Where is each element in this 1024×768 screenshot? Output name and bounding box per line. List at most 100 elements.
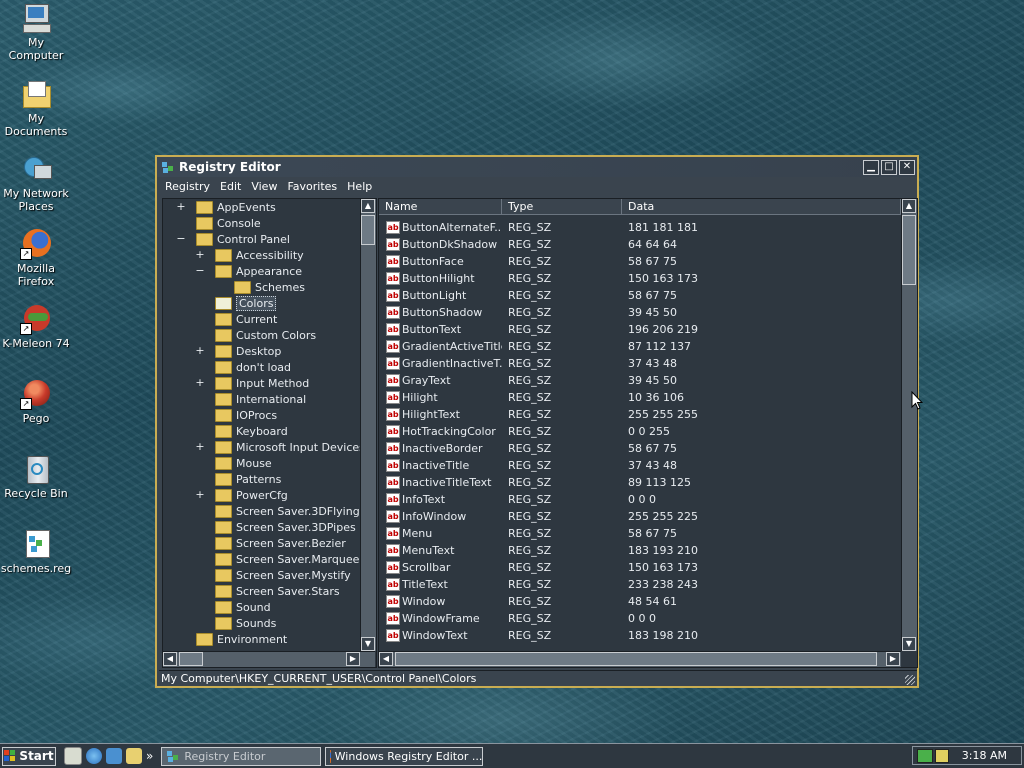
tree-node[interactable]: Schemes bbox=[234, 280, 305, 296]
desktop-icon-my-documents[interactable]: My Documents bbox=[0, 78, 72, 138]
collapse-icon[interactable]: − bbox=[176, 232, 186, 245]
value-row[interactable]: ab ButtonShadow REG_SZ 39 45 50 bbox=[379, 304, 899, 321]
value-row[interactable]: ab InfoWindow REG_SZ 255 255 225 bbox=[379, 508, 899, 525]
menu-edit[interactable]: Edit bbox=[215, 180, 246, 193]
desktop-icon-recycle-bin[interactable]: Recycle Bin bbox=[0, 453, 72, 500]
column-header-name[interactable]: Name bbox=[379, 199, 502, 215]
value-row[interactable]: ab InfoText REG_SZ 0 0 0 bbox=[379, 491, 899, 508]
values-list-pane[interactable]: Name Type Data ab ButtonAlternateF... REG_… bbox=[378, 198, 918, 668]
value-row[interactable]: ab ButtonLight REG_SZ 58 67 75 bbox=[379, 287, 899, 304]
outlook-express-icon[interactable] bbox=[106, 748, 122, 764]
tree-node[interactable]: AppEvents bbox=[196, 200, 276, 216]
list-vertical-scrollbar[interactable]: ▲ ▼ bbox=[901, 199, 917, 651]
expand-icon[interactable]: + bbox=[195, 248, 205, 261]
tray-volume-icon[interactable] bbox=[935, 748, 949, 763]
desktop-icon-network-places[interactable]: My Network Places bbox=[0, 153, 72, 213]
value-row[interactable]: ab GradientActiveTitle REG_SZ 87 112 137 bbox=[379, 338, 899, 355]
scroll-thumb[interactable] bbox=[395, 652, 877, 666]
menu-help[interactable]: Help bbox=[342, 180, 377, 193]
menu-registry[interactable]: Registry bbox=[160, 180, 215, 193]
value-row[interactable]: ab Hilight REG_SZ 10 36 106 bbox=[379, 389, 899, 406]
tree-node[interactable]: Patterns bbox=[215, 472, 281, 488]
tree-node[interactable]: International bbox=[215, 392, 306, 408]
tree-horizontal-scrollbar[interactable]: ◀ ▶ bbox=[163, 651, 375, 667]
registry-editor-window[interactable]: Registry Editor ▁ □ ✕ Registry Edit View… bbox=[155, 155, 919, 688]
tray-network-icon[interactable] bbox=[917, 748, 933, 763]
value-row[interactable]: ab WindowText REG_SZ 183 198 210 bbox=[379, 627, 899, 644]
value-row[interactable]: ab ButtonText REG_SZ 196 206 219 bbox=[379, 321, 899, 338]
tree-node[interactable]: Colors bbox=[215, 296, 277, 312]
tree-node[interactable]: don't load bbox=[215, 360, 291, 376]
tree-vertical-scrollbar[interactable]: ▲ ▼ bbox=[360, 199, 376, 651]
value-row[interactable]: ab ButtonHilight REG_SZ 150 163 173 bbox=[379, 270, 899, 287]
column-header-data[interactable]: Data bbox=[622, 199, 901, 215]
taskbar-button-windows-registry-editor[interactable]: Windows Registry Editor ... bbox=[325, 746, 484, 766]
start-button[interactable]: Start bbox=[2, 746, 56, 766]
value-row[interactable]: ab WindowFrame REG_SZ 0 0 0 bbox=[379, 610, 899, 627]
value-row[interactable]: ab HilightText REG_SZ 255 255 255 bbox=[379, 406, 899, 423]
value-row[interactable]: ab Scrollbar REG_SZ 150 163 173 bbox=[379, 559, 899, 576]
tree-node[interactable]: Input Method bbox=[215, 376, 309, 392]
list-horizontal-scrollbar[interactable]: ◀ ▶ bbox=[379, 651, 901, 667]
value-row[interactable]: ab ButtonDkShadow REG_SZ 64 64 64 bbox=[379, 236, 899, 253]
value-row[interactable]: ab InactiveTitleText REG_SZ 89 113 125 bbox=[379, 474, 899, 491]
tree-node[interactable]: Appearance bbox=[215, 264, 302, 280]
value-row[interactable]: ab InactiveTitle REG_SZ 37 43 48 bbox=[379, 457, 899, 474]
desktop-icon-schemes-reg[interactable]: schemes.reg bbox=[0, 528, 72, 575]
tree-node[interactable]: Keyboard bbox=[215, 424, 288, 440]
tree-node[interactable]: Environment bbox=[196, 632, 287, 648]
column-header-type[interactable]: Type bbox=[502, 199, 622, 215]
expand-icon[interactable]: + bbox=[195, 344, 205, 357]
value-row[interactable]: ab MenuText REG_SZ 183 193 210 bbox=[379, 542, 899, 559]
search-icon[interactable] bbox=[126, 748, 142, 764]
tree-node[interactable]: Custom Colors bbox=[215, 328, 316, 344]
value-row[interactable]: ab GrayText REG_SZ 39 45 50 bbox=[379, 372, 899, 389]
scroll-down-button[interactable]: ▼ bbox=[902, 637, 916, 651]
tree-node[interactable]: Control Panel bbox=[196, 232, 290, 248]
tree-node[interactable]: Screen Saver.Stars bbox=[215, 584, 340, 600]
title-bar[interactable]: Registry Editor ▁ □ ✕ bbox=[157, 157, 917, 177]
scroll-thumb[interactable] bbox=[361, 215, 375, 245]
value-row[interactable]: ab TitleText REG_SZ 233 238 243 bbox=[379, 576, 899, 593]
tree-node[interactable]: Screen Saver.Bezier bbox=[215, 536, 346, 552]
scroll-left-button[interactable]: ◀ bbox=[163, 652, 177, 666]
scroll-left-button[interactable]: ◀ bbox=[379, 652, 393, 666]
expand-icon[interactable]: + bbox=[195, 376, 205, 389]
tree-node[interactable]: Current bbox=[215, 312, 277, 328]
menu-favorites[interactable]: Favorites bbox=[282, 180, 342, 193]
tree-node[interactable]: Screen Saver.Mystify bbox=[215, 568, 351, 584]
scroll-up-button[interactable]: ▲ bbox=[361, 199, 375, 213]
scroll-up-button[interactable]: ▲ bbox=[902, 199, 916, 213]
value-row[interactable]: ab GradientInactiveT... REG_SZ 37 43 48 bbox=[379, 355, 899, 372]
desktop-icon-firefox[interactable]: ↗ Mozilla Firefox bbox=[0, 228, 72, 288]
tree-node[interactable]: Screen Saver.Marquee bbox=[215, 552, 359, 568]
value-row[interactable]: ab ButtonFace REG_SZ 58 67 75 bbox=[379, 253, 899, 270]
taskbar-button-registry-editor[interactable]: Registry Editor bbox=[161, 746, 322, 766]
tree-node[interactable]: Desktop bbox=[215, 344, 281, 360]
value-row[interactable]: ab HotTrackingColor REG_SZ 0 0 255 bbox=[379, 423, 899, 440]
scroll-thumb[interactable] bbox=[179, 652, 203, 666]
value-row[interactable]: ab Window REG_SZ 48 54 61 bbox=[379, 593, 899, 610]
clock[interactable]: 3:18 AM bbox=[962, 749, 1007, 762]
menu-view[interactable]: View bbox=[246, 180, 282, 193]
minimize-button[interactable]: ▁ bbox=[863, 159, 879, 175]
desktop-icon-k-meleon[interactable]: ↗ K-Meleon 74 bbox=[0, 303, 72, 350]
internet-explorer-icon[interactable] bbox=[86, 748, 102, 764]
value-row[interactable]: ab InactiveBorder REG_SZ 58 67 75 bbox=[379, 440, 899, 457]
tree-node[interactable]: Sounds bbox=[215, 616, 276, 632]
quick-launch-overflow[interactable]: » bbox=[146, 749, 153, 763]
tree-node[interactable]: Accessibility bbox=[215, 248, 304, 264]
expand-icon[interactable]: + bbox=[176, 200, 186, 213]
tree-node[interactable]: Screen Saver.3DFlyingObj bbox=[215, 504, 376, 520]
tree-node[interactable]: Screen Saver.3DPipes bbox=[215, 520, 356, 536]
maximize-button[interactable]: □ bbox=[881, 159, 897, 175]
desktop-icon-my-computer[interactable]: My Computer bbox=[0, 2, 72, 62]
tree-node[interactable]: Console bbox=[196, 216, 261, 232]
scroll-down-button[interactable]: ▼ bbox=[361, 637, 375, 651]
value-row[interactable]: ab ButtonAlternateF... REG_SZ 181 181 181 bbox=[379, 219, 899, 236]
close-button[interactable]: ✕ bbox=[899, 159, 915, 175]
tree-node[interactable]: PowerCfg bbox=[215, 488, 288, 504]
tree-node[interactable]: IOProcs bbox=[215, 408, 277, 424]
tree-node[interactable]: Mouse bbox=[215, 456, 272, 472]
expand-icon[interactable]: + bbox=[195, 488, 205, 501]
